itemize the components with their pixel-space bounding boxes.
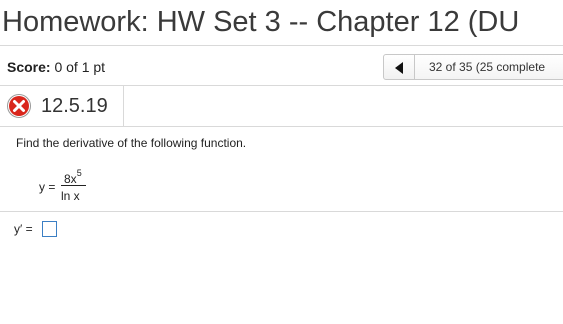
answer-label: y′ = [14, 222, 33, 236]
left-triangle-icon [395, 62, 403, 74]
question-progress-dropdown[interactable]: 32 of 35 (25 complete [414, 54, 563, 80]
fraction-bar [61, 185, 86, 186]
equation-denominator: ln x [61, 189, 80, 203]
answer-input[interactable] [42, 221, 57, 237]
title-divider [0, 45, 563, 46]
score-value: 0 of 1 pt [54, 59, 106, 75]
question-number: 12.5.19 [41, 95, 108, 117]
score-display: Score: 0 of 1 pt [7, 54, 105, 80]
question-header: 12.5.19 [0, 86, 124, 126]
score-label: Score: [7, 59, 51, 75]
red-x-icon [7, 94, 31, 118]
page-title: Homework: HW Set 3 -- Chapter 12 (DU [2, 6, 520, 38]
previous-question-button[interactable] [383, 54, 415, 80]
answer-divider [0, 211, 563, 212]
question-prompt: Find the derivative of the following fun… [16, 136, 247, 150]
numerator-exponent: 5 [76, 168, 82, 178]
question-divider [0, 126, 563, 127]
equation-lhs: y = [39, 180, 56, 194]
numerator-base: 8x [64, 172, 77, 186]
equation-numerator: 8x5 [64, 168, 82, 186]
